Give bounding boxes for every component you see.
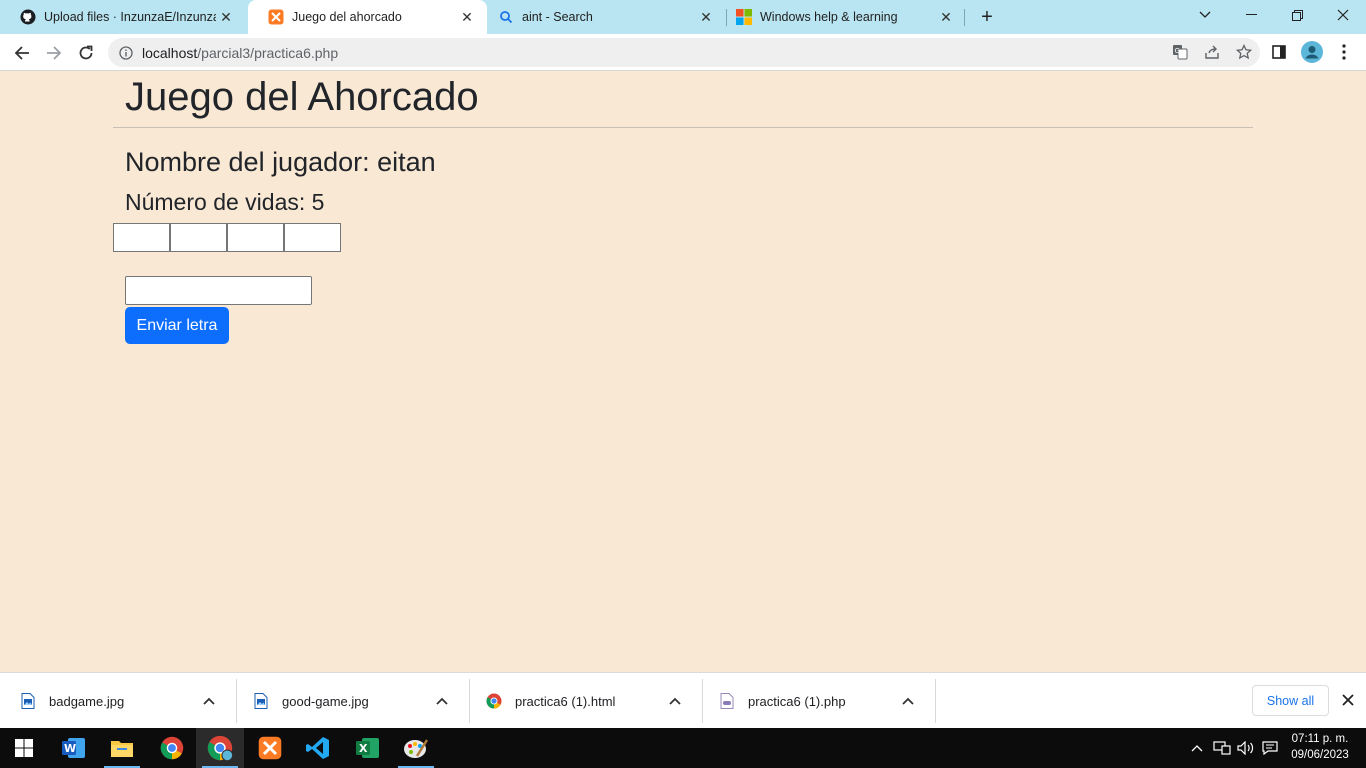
tab-title: aint - Search xyxy=(522,10,593,24)
download-name: practica6 (1).html xyxy=(515,693,616,709)
chrome-icon[interactable] xyxy=(148,728,196,768)
url-text: localhost/parcial3/practica6.php xyxy=(142,45,338,61)
system-clock[interactable]: 07:11 p. m. 09/06/2023 xyxy=(1286,731,1354,763)
side-panel-icon[interactable] xyxy=(1267,40,1291,64)
windows-logo-icon xyxy=(15,739,33,757)
svg-text:X: X xyxy=(359,742,368,755)
chrome-icon xyxy=(486,693,502,709)
download-item[interactable]: practica6 (1).php xyxy=(699,679,932,723)
clock-time: 07:11 p. m. xyxy=(1291,733,1349,745)
divider xyxy=(113,127,1253,128)
svg-text:G: G xyxy=(1175,47,1180,55)
tab-juego-ahorcado[interactable]: Juego del ahorcado ✕ xyxy=(248,0,487,34)
letter-box xyxy=(113,223,170,252)
download-item[interactable]: good-game.jpg xyxy=(233,679,466,723)
volume-icon[interactable] xyxy=(1236,728,1256,768)
clock-date: 09/06/2023 xyxy=(1291,749,1349,761)
close-icon[interactable]: ✕ xyxy=(216,7,236,27)
download-item[interactable]: badgame.jpg xyxy=(0,679,233,723)
menu-icon[interactable] xyxy=(1332,40,1356,64)
chevron-up-icon[interactable] xyxy=(898,697,918,705)
tab-search-dropdown-icon[interactable] xyxy=(1182,0,1228,30)
start-button[interactable] xyxy=(0,728,48,768)
svg-text:W: W xyxy=(64,742,76,755)
site-info-icon[interactable] xyxy=(118,45,134,61)
back-button[interactable] xyxy=(8,39,36,67)
profile-avatar[interactable] xyxy=(1300,40,1324,64)
new-tab-button[interactable]: + xyxy=(975,6,999,28)
github-icon xyxy=(20,9,36,25)
php-file-icon xyxy=(719,693,735,709)
tab-strip: Upload files · InzunzaE/InzunzaE ✕ Juego… xyxy=(0,0,1366,34)
url-host: localhost xyxy=(142,44,198,61)
chevron-up-icon[interactable] xyxy=(665,697,685,705)
lives-count: Número de vidas: 5 xyxy=(125,189,325,215)
tab-github[interactable]: Upload files · InzunzaE/InzunzaE ✕ xyxy=(0,0,246,34)
chevron-up-icon[interactable] xyxy=(1188,728,1206,768)
close-icon[interactable]: ✕ xyxy=(936,7,956,27)
image-file-icon xyxy=(253,693,269,709)
windows-icon xyxy=(736,9,752,25)
minimize-button[interactable] xyxy=(1228,0,1274,30)
tab-title: Upload files · InzunzaE/InzunzaE xyxy=(44,10,216,24)
download-name: good-game.jpg xyxy=(282,693,369,709)
search-icon xyxy=(498,9,514,25)
notification-icon[interactable] xyxy=(1260,728,1280,768)
paint-icon[interactable] xyxy=(392,728,440,768)
page-title: Juego del Ahorcado xyxy=(125,75,479,119)
share-icon[interactable] xyxy=(1204,44,1220,60)
network-icon[interactable] xyxy=(1212,728,1232,768)
windows-taskbar: W X 07:11 p. m. 09/06/2023 xyxy=(0,728,1366,768)
download-name: badgame.jpg xyxy=(49,693,125,709)
player-name: Nombre del jugador: eitan xyxy=(125,147,436,177)
bookmark-star-icon[interactable] xyxy=(1236,44,1252,60)
tab-title: Juego del ahorcado xyxy=(292,10,402,24)
chevron-up-icon[interactable] xyxy=(199,697,219,705)
forward-button[interactable] xyxy=(40,39,68,67)
word-icon[interactable]: W xyxy=(50,728,98,768)
close-icon[interactable]: ✕ xyxy=(457,7,477,27)
chevron-up-icon[interactable] xyxy=(432,697,452,705)
tab-separator xyxy=(964,9,965,26)
vscode-icon[interactable] xyxy=(294,728,342,768)
letter-box xyxy=(170,223,227,252)
download-name: practica6 (1).php xyxy=(748,693,846,709)
tab-windows-help[interactable]: Windows help & learning ✕ xyxy=(716,0,966,34)
download-separator xyxy=(935,679,936,723)
letter-box xyxy=(227,223,284,252)
reload-button[interactable] xyxy=(72,39,100,67)
show-all-button[interactable]: Show all xyxy=(1252,685,1329,716)
xampp-icon[interactable] xyxy=(246,728,294,768)
send-letter-button[interactable]: Enviar letra xyxy=(125,307,229,344)
close-icon[interactable]: ✕ xyxy=(696,7,716,27)
letter-box xyxy=(284,223,341,252)
chrome-profile-icon[interactable] xyxy=(196,728,244,768)
translate-icon[interactable]: G xyxy=(1172,44,1188,60)
excel-icon[interactable]: X xyxy=(344,728,392,768)
xampp-icon xyxy=(268,9,284,25)
address-bar[interactable]: localhost/parcial3/practica6.php G xyxy=(108,38,1260,67)
browser-toolbar: localhost/parcial3/practica6.php G xyxy=(0,34,1366,71)
restore-button[interactable] xyxy=(1274,0,1320,30)
close-icon[interactable] xyxy=(1338,690,1358,710)
url-path: /parcial3/practica6.php xyxy=(197,44,339,61)
tab-search[interactable]: aint - Search ✕ xyxy=(478,0,726,34)
page-content: Juego del Ahorcado Nombre del jugador: e… xyxy=(0,71,1366,672)
tab-title: Windows help & learning xyxy=(760,10,898,24)
close-window-button[interactable] xyxy=(1320,0,1366,30)
letter-input[interactable] xyxy=(125,276,312,305)
image-file-icon xyxy=(20,693,36,709)
downloads-shelf: badgame.jpg good-game.jpg practica6 (1).… xyxy=(0,672,1366,728)
download-item[interactable]: practica6 (1).html xyxy=(466,679,699,723)
file-explorer-icon[interactable] xyxy=(98,728,146,768)
